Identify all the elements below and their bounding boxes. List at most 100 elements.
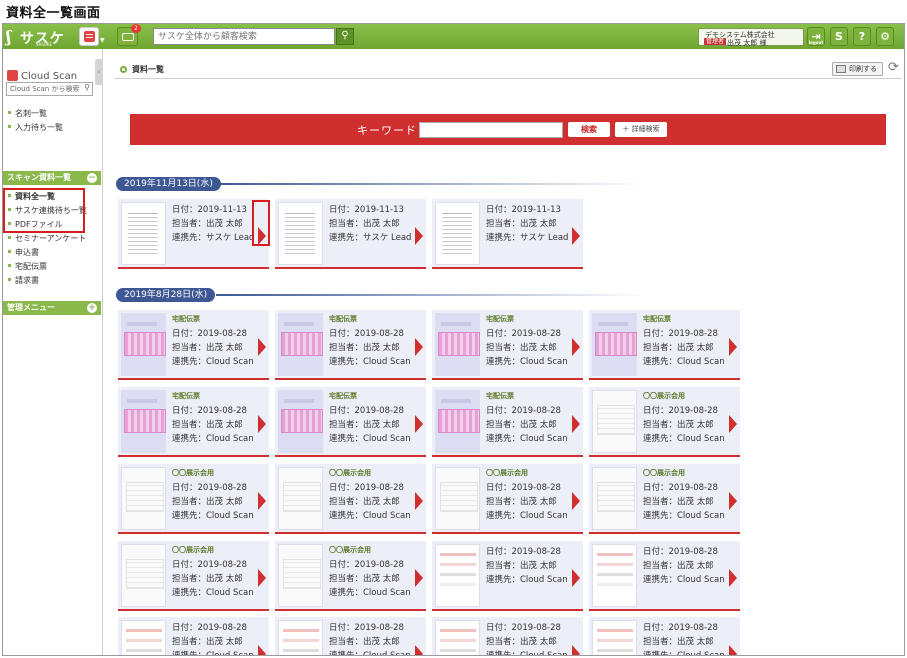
document-card[interactable]: 宅配伝票 日付：2019-08-28 担当者：出茂 太郎 連携先：Cloud Scan: [589, 310, 740, 380]
open-detail-arrow-icon[interactable]: [258, 338, 266, 356]
document-thumbnail[interactable]: [278, 620, 323, 655]
help-button[interactable]: ?: [853, 27, 871, 46]
document-card[interactable]: 宅配伝票 日付：2019-08-28 担当者：出茂 太郎 連携先：Cloud Scan: [432, 310, 583, 380]
search-button[interactable]: ⚲: [336, 28, 354, 45]
document-thumbnail[interactable]: [592, 313, 637, 376]
document-card[interactable]: 日付：2019-11-13 担当者：出茂 太郎 連携先：サスケ Lead: [275, 199, 426, 269]
settings-button[interactable]: ⚙: [876, 27, 894, 46]
document-card[interactable]: 日付：2019-08-28 担当者：出茂 太郎 連携先：Cloud Scan: [432, 617, 583, 656]
document-card[interactable]: 宅配伝票 日付：2019-08-28 担当者：出茂 太郎 連携先：Cloud Scan: [118, 310, 269, 380]
sidebar-item[interactable]: 名刺一覧: [8, 108, 47, 119]
scan-section-header[interactable]: スキャン資料一覧 −: [3, 171, 101, 185]
document-card[interactable]: 〇〇展示会用 日付：2019-08-28 担当者：出茂 太郎 連携先：Cloud Sc…: [432, 464, 583, 534]
logo-subtext: SASUKE: [36, 42, 52, 47]
document-thumbnail[interactable]: [121, 202, 166, 265]
document-thumbnail[interactable]: [121, 620, 166, 655]
document-card[interactable]: 日付：2019-11-13 担当者：出茂 太郎 連携先：サスケ Lead: [118, 199, 269, 269]
document-card[interactable]: 宅配伝票 日付：2019-08-28 担当者：出茂 太郎 連携先：Cloud Scan: [118, 387, 269, 457]
detail-search-button[interactable]: ＋ 詳細検索: [615, 122, 667, 137]
logout-button[interactable]: ⇥ logout: [807, 27, 825, 46]
document-card[interactable]: 日付：2019-08-28 担当者：出茂 太郎 連携先：Cloud Scan: [275, 617, 426, 655]
document-thumbnail[interactable]: [435, 620, 480, 655]
document-thumbnail[interactable]: [435, 390, 480, 453]
document-card[interactable]: 日付：2019-11-13 担当者：出茂 太郎 連携先：サスケ Lead: [432, 199, 583, 269]
open-detail-arrow-icon[interactable]: [729, 492, 737, 510]
document-thumbnail[interactable]: [435, 202, 480, 265]
chevron-down-icon[interactable]: ▼: [100, 37, 105, 44]
refresh-icon[interactable]: ⟳: [888, 60, 899, 75]
document-card[interactable]: 〇〇展示会用 日付：2019-08-28 担当者：出茂 太郎 連携先：Cloud Sc…: [118, 464, 269, 534]
document-thumbnail[interactable]: [592, 390, 637, 453]
open-detail-arrow-icon[interactable]: [258, 492, 266, 510]
open-detail-arrow-icon[interactable]: [572, 227, 580, 245]
document-card[interactable]: 〇〇展示会用 日付：2019-08-28 担当者：出茂 太郎 連携先：Cloud Sc…: [589, 464, 740, 534]
document-thumbnail[interactable]: [278, 544, 323, 607]
document-card[interactable]: 日付：2019-08-28 担当者：出茂 太郎 連携先：Cloud Scan: [589, 617, 740, 655]
open-detail-arrow-icon[interactable]: [415, 645, 423, 655]
document-title: 〇〇展示会用: [643, 469, 685, 477]
document-card[interactable]: 日付：2019-08-28 担当者：出茂 太郎 連携先：Cloud Scan: [589, 541, 740, 611]
sidebar-item[interactable]: 入力待ち一覧: [8, 122, 63, 133]
open-detail-arrow-icon[interactable]: [258, 415, 266, 433]
open-detail-arrow-icon[interactable]: [415, 415, 423, 433]
open-detail-arrow-icon[interactable]: [415, 338, 423, 356]
app-switcher-button[interactable]: [79, 27, 99, 46]
document-thumbnail[interactable]: [435, 313, 480, 376]
document-thumbnail[interactable]: [592, 620, 637, 655]
sasuke-home-button[interactable]: S: [830, 27, 848, 46]
document-owner: 担当者：出茂 太郎: [643, 497, 714, 507]
document-card[interactable]: 宅配伝票 日付：2019-08-28 担当者：出茂 太郎 連携先：Cloud Scan: [275, 387, 426, 457]
sidebar-item[interactable]: 請求書: [8, 275, 39, 286]
open-detail-arrow-icon[interactable]: [729, 569, 737, 587]
document-thumbnail[interactable]: [278, 202, 323, 265]
sasuke-logo[interactable]: ʃ サスケ SASUKE: [6, 26, 72, 47]
open-detail-arrow-icon[interactable]: [572, 492, 580, 510]
open-detail-arrow-icon[interactable]: [415, 492, 423, 510]
open-detail-arrow-icon[interactable]: [729, 338, 737, 356]
open-detail-arrow-icon[interactable]: [258, 645, 266, 655]
keyword-input[interactable]: [419, 122, 563, 138]
open-detail-arrow-icon[interactable]: [729, 415, 737, 433]
document-card[interactable]: 〇〇展示会用 日付：2019-08-28 担当者：出茂 太郎 連携先：Cloud Sc…: [118, 541, 269, 611]
document-card[interactable]: 〇〇展示会用 日付：2019-08-28 担当者：出茂 太郎 連携先：Cloud Sc…: [275, 541, 426, 611]
open-detail-arrow-icon[interactable]: [258, 569, 266, 587]
document-thumbnail[interactable]: [278, 313, 323, 376]
document-card[interactable]: 〇〇展示会用 日付：2019-08-28 担当者：出茂 太郎 連携先：Cloud Sc…: [275, 464, 426, 534]
document-thumbnail[interactable]: [592, 544, 637, 607]
document-destination: 連携先：Cloud Scan: [329, 588, 411, 598]
document-thumbnail[interactable]: [435, 544, 480, 607]
document-card[interactable]: 日付：2019-08-28 担当者：出茂 太郎 連携先：Cloud Scan: [432, 541, 583, 611]
open-detail-arrow-icon[interactable]: [572, 645, 580, 655]
document-card[interactable]: 宅配伝票 日付：2019-08-28 担当者：出茂 太郎 連携先：Cloud Scan: [275, 310, 426, 380]
document-thumbnail[interactable]: [592, 467, 637, 530]
customer-search-input[interactable]: [153, 28, 335, 45]
document-thumbnail[interactable]: [121, 467, 166, 530]
document-date: 日付：2019-08-28: [486, 483, 561, 493]
sidebar-search-input[interactable]: Cloud Scan から検索 ⚲: [6, 82, 93, 96]
keyword-search-button[interactable]: 検索: [568, 122, 610, 137]
document-thumbnail[interactable]: [278, 467, 323, 530]
document-destination: 連携先：Cloud Scan: [486, 651, 568, 656]
user-info[interactable]: デモシステム株式会社 管理者 出茂 太郎 様: [698, 28, 804, 47]
document-thumbnail[interactable]: [121, 544, 166, 607]
document-title: 〇〇展示会用: [329, 546, 371, 554]
sidebar-item[interactable]: 申込書: [8, 247, 39, 258]
sidebar-collapse-button[interactable]: ‹: [95, 59, 103, 85]
document-card[interactable]: 日付：2019-08-28 担当者：出茂 太郎 連携先：Cloud Scan: [118, 617, 269, 655]
document-thumbnail[interactable]: [121, 313, 166, 376]
document-thumbnail[interactable]: [278, 390, 323, 453]
open-detail-arrow-icon[interactable]: [415, 569, 423, 587]
open-detail-arrow-icon[interactable]: [572, 415, 580, 433]
document-thumbnail[interactable]: [121, 390, 166, 453]
document-card[interactable]: 宅配伝票 日付：2019-08-28 担当者：出茂 太郎 連携先：Cloud Scan: [432, 387, 583, 457]
open-detail-arrow-icon[interactable]: [572, 569, 580, 587]
sidebar-item[interactable]: 宅配伝票: [8, 261, 47, 272]
open-detail-arrow-icon[interactable]: [572, 338, 580, 356]
open-detail-arrow-icon[interactable]: [729, 645, 737, 655]
document-thumbnail[interactable]: [435, 467, 480, 530]
print-button[interactable]: 印刷する: [832, 62, 883, 76]
admin-section-header[interactable]: 管理メニュー +: [3, 301, 101, 315]
sidebar-item[interactable]: セミナーアンケート: [8, 233, 86, 244]
open-detail-arrow-icon[interactable]: [415, 227, 423, 245]
document-card[interactable]: 〇〇展示会用 日付：2019-08-28 担当者：出茂 太郎 連携先：Cloud Sc…: [589, 387, 740, 457]
